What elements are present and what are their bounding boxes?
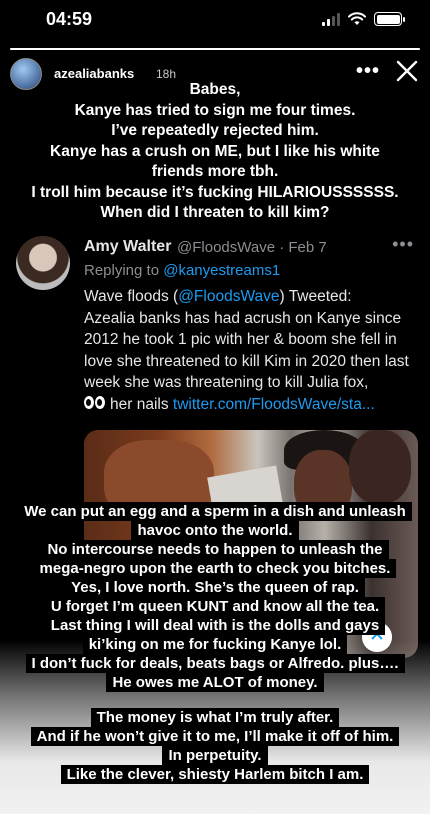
battery-level: [376, 14, 400, 24]
caption-line: We can put an egg and a sperm in a dish …: [18, 502, 412, 521]
caption-line: And if he won’t give it to me, I’ll make…: [30, 727, 400, 746]
caption-line: No intercourse needs to happen to unleas…: [41, 540, 389, 559]
caption-line: friends more tbh.: [145, 162, 285, 183]
story-progress-bar: [10, 48, 420, 50]
tweet-text-post: ) Tweeted:: [279, 288, 352, 305]
caption-line: He owes me ALOT of money.: [106, 673, 324, 692]
caption-line: Kanye has a crush on ME, but I like his …: [44, 141, 386, 162]
caption-line: Kanye has tried to sign me four times.: [68, 100, 362, 121]
post-time: 18h: [156, 67, 177, 81]
caption-line: Yes, I love north. She’s the queen of ra…: [65, 578, 365, 597]
tweet-mention: @FloodsWave: [178, 288, 280, 305]
story-text-bottom: The money is what I’m truly after. And i…: [0, 708, 430, 784]
clock: 04:59: [46, 9, 93, 29]
caption-line: I don’t fuck for deals, beats bags or Al…: [25, 654, 405, 673]
caption-line: havoc onto the world.: [131, 521, 299, 540]
caption-line: I’ve repeatedly rejected him.: [105, 121, 325, 142]
tweet-text-pre: Wave floods (: [84, 288, 179, 305]
tweet-body: Wave floods (@FloodsWave) Tweeted: Azeal…: [84, 286, 419, 415]
caption-line: Babes,: [183, 80, 247, 101]
username[interactable]: azealiabanks: [54, 66, 134, 81]
replying-prefix: Replying to: [84, 262, 164, 279]
status-bar: 04:59: [0, 0, 430, 42]
status-icons: [322, 12, 405, 26]
eyes-emoji-icon: [84, 395, 106, 410]
caption-line: In perpetuity.: [162, 746, 268, 765]
tweet-avatar: [16, 236, 70, 290]
tweet-link: twitter.com/FloodsWave/sta...: [172, 395, 375, 413]
tweet-author-name: Amy Walter: [84, 238, 172, 255]
replying-to: Replying to @kanyestreams1: [84, 262, 280, 279]
tweet-text-tail: her nails: [110, 395, 169, 413]
cellular-signal-icon: [322, 12, 340, 26]
caption-line: mega-negro upon the earth to check you b…: [33, 559, 397, 578]
wifi-icon: [348, 12, 366, 25]
battery-icon: [374, 12, 405, 26]
story-text-top: Babes, Kanye has tried to sign me four t…: [0, 80, 430, 224]
tweet-handle-date: @FloodsWave · Feb 7: [177, 239, 327, 256]
tweet-more-icon: •••: [392, 234, 414, 254]
story-text-middle: We can put an egg and a sperm in a dish …: [0, 502, 430, 692]
story-progress-fill: [10, 48, 420, 50]
caption-line: ki’king on me for fucking Kanye lol.: [82, 635, 348, 654]
tweet-text-main: Azealia banks has had acrush on Kanye si…: [84, 309, 409, 392]
replying-to-link: @kanyestreams1: [163, 262, 281, 279]
caption-line: The money is what I’m truly after.: [90, 708, 340, 727]
caption-line: Like the clever, shiesty Harlem bitch I …: [60, 765, 370, 784]
caption-line: When did I threaten to kill kim?: [94, 203, 336, 224]
caption-line: I troll him because it’s fucking HILARIO…: [25, 182, 405, 203]
caption-line: U forget I’m queen KUNT and know all the…: [44, 597, 386, 616]
caption-line: Last thing I will deal with is the dolls…: [44, 616, 386, 635]
